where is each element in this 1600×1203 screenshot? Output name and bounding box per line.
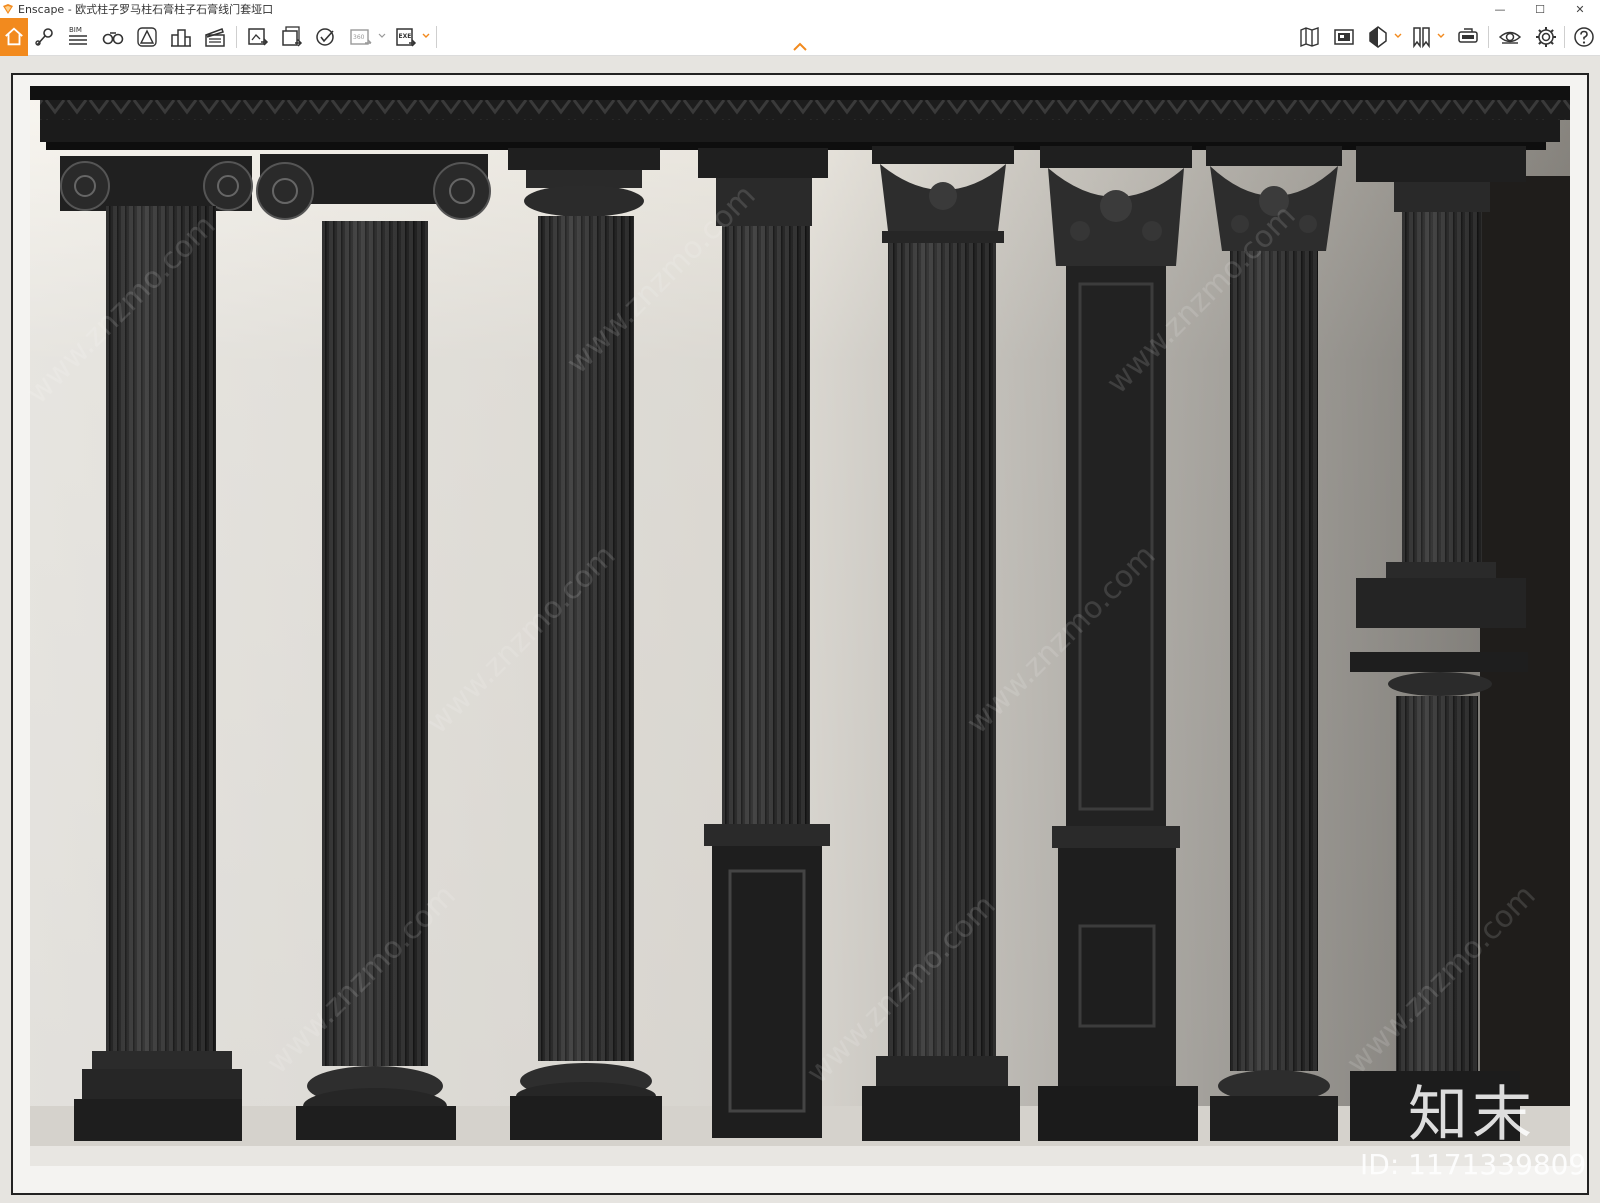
screenshot-icon <box>248 28 269 46</box>
screenshot-button[interactable] <box>244 23 272 51</box>
enscape-logo-icon <box>3 4 13 14</box>
export-360-dropdown[interactable] <box>377 30 387 42</box>
export-exe-button[interactable]: EXE <box>392 23 420 51</box>
panorama-icon <box>316 28 334 46</box>
column-scene-render <box>0 56 1600 1203</box>
minimap-icon <box>1334 29 1354 45</box>
toolbar-separator <box>236 26 237 48</box>
export-360-icon: 360 <box>350 29 372 45</box>
collapse-toolbar-chevron-icon[interactable] <box>792 42 808 52</box>
render-viewport[interactable]: www.znzmo.com www.znzmo.com www.znzmo.co… <box>0 56 1600 1203</box>
home-button[interactable] <box>0 18 28 56</box>
map-pin-icon <box>35 28 53 46</box>
video-editor-button[interactable] <box>201 23 229 51</box>
vr-button[interactable] <box>1454 23 1482 51</box>
bim-list-icon: BIM <box>69 26 87 45</box>
batch-render-icon <box>282 26 303 47</box>
gear-icon <box>1536 27 1556 47</box>
chevron-down-icon <box>422 33 430 38</box>
svg-text:360: 360 <box>353 34 365 41</box>
export-exe-icon: EXE <box>396 28 417 47</box>
toolbar-separator <box>1564 26 1565 48</box>
bim-button[interactable]: BIM <box>64 23 92 51</box>
chevron-down-icon <box>1437 33 1445 38</box>
map-icon <box>1300 27 1319 48</box>
clapperboard-icon <box>205 28 225 47</box>
settings-button[interactable] <box>1532 23 1560 51</box>
toolbar-separator <box>1488 26 1489 48</box>
buildings-icon <box>171 29 191 47</box>
znzmo-logo-watermark: 知末 <box>1408 1080 1536 1150</box>
chevron-down-icon <box>378 33 386 38</box>
views-button[interactable] <box>99 23 127 51</box>
bookmark-icon <box>1413 27 1430 49</box>
maximize-button[interactable]: ☐ <box>1520 0 1560 18</box>
export-360-button[interactable]: 360 <box>347 23 375 51</box>
bookmarks-dropdown[interactable] <box>1436 30 1446 42</box>
model-id-watermark: ID: 1171339809 <box>1360 1148 1587 1181</box>
toolbar-separator <box>436 26 437 48</box>
map-view-button[interactable] <box>1296 23 1324 51</box>
section-button[interactable] <box>1364 23 1392 51</box>
section-dropdown[interactable] <box>1393 30 1403 42</box>
export-dropdown[interactable] <box>421 30 431 42</box>
minimize-button[interactable]: — <box>1480 0 1520 18</box>
material-editor-button[interactable] <box>167 23 195 51</box>
atmosphere-button[interactable] <box>133 23 161 51</box>
panorama-button[interactable] <box>312 23 340 51</box>
svg-text:EXE: EXE <box>399 33 412 40</box>
help-icon <box>1574 27 1594 47</box>
close-button[interactable]: ✕ <box>1560 0 1600 18</box>
binoculars-icon <box>102 32 124 45</box>
eye-icon <box>1498 31 1522 44</box>
home-icon <box>5 27 23 46</box>
title-bar: Enscape - 欧式柱子罗马柱石膏柱子石膏线门套垭口 — ☐ ✕ <box>0 0 1600 18</box>
visual-settings-button[interactable] <box>1496 23 1524 51</box>
bookmarks-button[interactable] <box>1408 23 1436 51</box>
svg-text:BIM: BIM <box>69 26 82 34</box>
minimap-button[interactable] <box>1330 23 1358 51</box>
triangle-icon <box>137 27 157 47</box>
window-title: Enscape - 欧式柱子罗马柱石膏柱子石膏线门套垭口 <box>18 3 274 16</box>
vr-headset-icon <box>1458 28 1478 43</box>
section-icon <box>1369 26 1387 48</box>
help-button[interactable] <box>1570 23 1598 51</box>
asset-library-button[interactable] <box>31 23 59 51</box>
chevron-down-icon <box>1394 33 1402 38</box>
batch-render-button[interactable] <box>278 23 306 51</box>
